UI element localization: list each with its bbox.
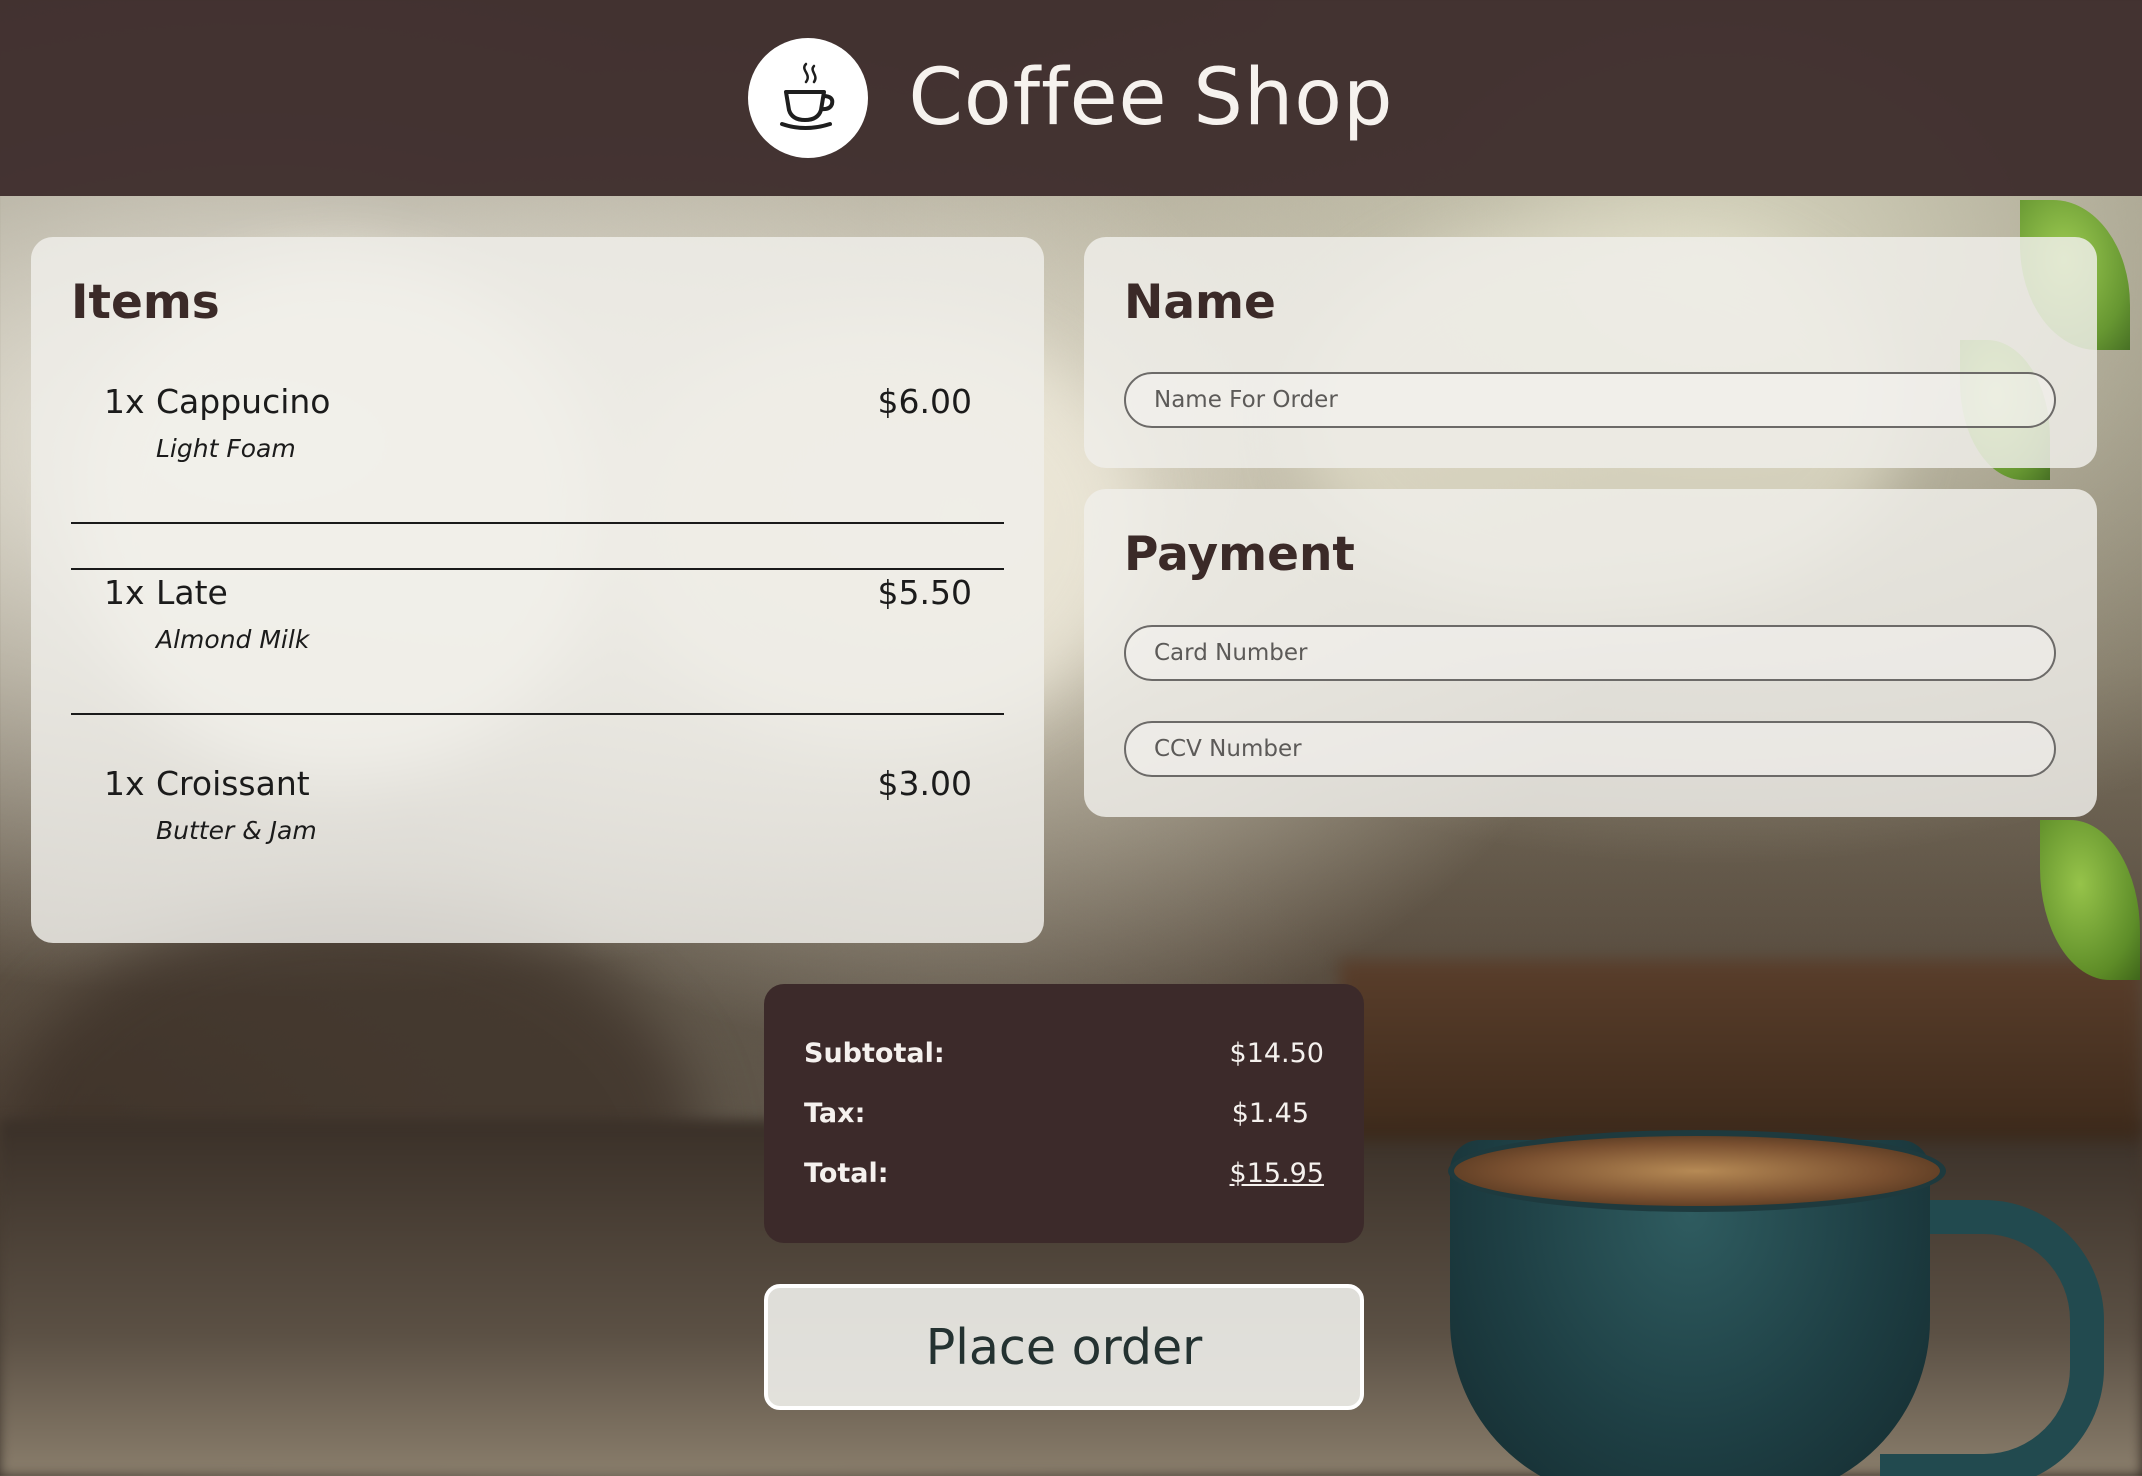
background-table <box>1340 960 2142 1140</box>
name-card: Name <box>1084 237 2097 468</box>
item-price: $5.50 <box>877 573 972 612</box>
ccv-number-input[interactable] <box>1124 721 2056 777</box>
leaf-decoration <box>2040 820 2140 980</box>
items-heading: Items <box>71 275 220 330</box>
item-modifier: Almond Milk <box>156 625 310 654</box>
tax-value: $1.45 <box>1231 1098 1309 1129</box>
payment-heading: Payment <box>1124 527 1355 582</box>
item-price: $6.00 <box>877 382 972 421</box>
total-value: $15.95 <box>1229 1158 1324 1189</box>
payment-card: Payment <box>1084 489 2097 817</box>
order-item[interactable]: 1x Late Almond Milk $5.50 <box>71 525 1004 715</box>
place-order-button[interactable]: Place order <box>764 1284 1364 1410</box>
total-label: Total: <box>804 1158 889 1189</box>
item-modifier: Light Foam <box>156 434 296 463</box>
order-item[interactable]: 1x Cappucino Light Foam $6.00 <box>71 334 1004 524</box>
coffee-cup-rim <box>1448 1130 1946 1212</box>
item-name: Cappucino <box>156 382 331 421</box>
order-item[interactable]: 1x Croissant Butter & Jam $3.00 <box>71 716 1004 906</box>
item-quantity: 1x <box>104 382 145 421</box>
subtotal-label: Subtotal: <box>804 1038 945 1069</box>
item-price: $3.00 <box>877 764 972 803</box>
item-name: Croissant <box>156 764 310 803</box>
shop-title: Coffee Shop <box>908 53 1394 143</box>
coffee-cup-icon <box>780 62 835 130</box>
subtotal-value: $14.50 <box>1229 1038 1324 1069</box>
total-row: Total: $15.95 <box>804 1158 1324 1189</box>
tax-label: Tax: <box>804 1098 866 1129</box>
tax-row: Tax: $1.45 <box>804 1098 1324 1129</box>
item-name: Late <box>156 573 228 612</box>
subtotal-row: Subtotal: $14.50 <box>804 1038 1324 1069</box>
item-quantity: 1x <box>104 764 145 803</box>
card-number-input[interactable] <box>1124 625 2056 681</box>
item-modifier: Butter & Jam <box>156 816 317 845</box>
app-header: Coffee Shop <box>0 0 2142 196</box>
name-heading: Name <box>1124 275 1276 330</box>
order-totals: Subtotal: $14.50 Tax: $1.45 Total: $15.9… <box>764 984 1364 1243</box>
logo <box>748 38 869 158</box>
item-quantity: 1x <box>104 573 145 612</box>
order-name-input[interactable] <box>1124 372 2056 428</box>
